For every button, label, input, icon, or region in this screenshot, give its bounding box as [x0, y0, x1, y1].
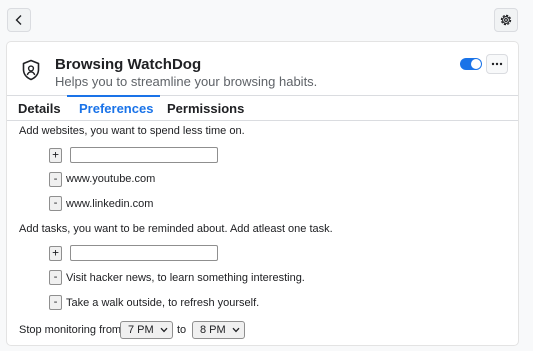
website-item: www.youtube.com [66, 173, 156, 185]
to-time-select[interactable]: 8 PM [192, 321, 245, 339]
tab-permissions[interactable]: Permissions [167, 101, 244, 116]
website-input[interactable] [70, 147, 218, 163]
task-item: Take a walk outside, to refresh yourself… [66, 297, 260, 309]
remove-task-button[interactable]: - [49, 270, 62, 285]
more-horizontal-icon [491, 62, 503, 66]
more-options-button[interactable] [486, 54, 508, 74]
back-button[interactable] [7, 8, 31, 32]
extension-card: Browsing WatchDog Helps you to streamlin… [7, 42, 518, 345]
from-time-select[interactable]: 7 PM [120, 321, 173, 339]
websites-heading: Add websites, you want to spend less tim… [19, 125, 245, 137]
tab-details[interactable]: Details [18, 101, 61, 116]
gear-icon [500, 14, 512, 26]
monitoring-label: Stop monitoring from [19, 324, 122, 336]
enable-toggle[interactable] [460, 58, 482, 70]
toggle-knob [471, 59, 481, 69]
to-time-value: 8 PM [200, 324, 226, 336]
remove-task-button[interactable]: - [49, 295, 62, 310]
settings-button[interactable] [494, 8, 518, 32]
add-task-button[interactable]: + [49, 246, 62, 261]
extension-description: Helps you to streamline your browsing ha… [55, 74, 318, 89]
add-website-button[interactable]: + [49, 148, 62, 163]
from-time-value: 7 PM [128, 324, 154, 336]
remove-website-button[interactable]: - [49, 196, 62, 211]
task-item: Visit hacker news, to learn something in… [66, 272, 305, 284]
task-input[interactable] [70, 245, 218, 261]
extension-name: Browsing WatchDog [55, 56, 202, 73]
tab-bar: Details Preferences Permissions [7, 95, 518, 121]
tasks-heading: Add tasks, you want to be reminded about… [19, 223, 333, 235]
chevron-down-icon [160, 327, 168, 333]
chevron-down-icon [232, 327, 240, 333]
shield-person-icon [22, 59, 40, 81]
website-item: www.linkedin.com [66, 198, 154, 210]
tab-preferences[interactable]: Preferences [79, 101, 153, 116]
to-label: to [177, 324, 187, 336]
remove-website-button[interactable]: - [49, 172, 62, 187]
active-tab-indicator [67, 95, 160, 97]
chevron-left-icon [15, 15, 22, 25]
